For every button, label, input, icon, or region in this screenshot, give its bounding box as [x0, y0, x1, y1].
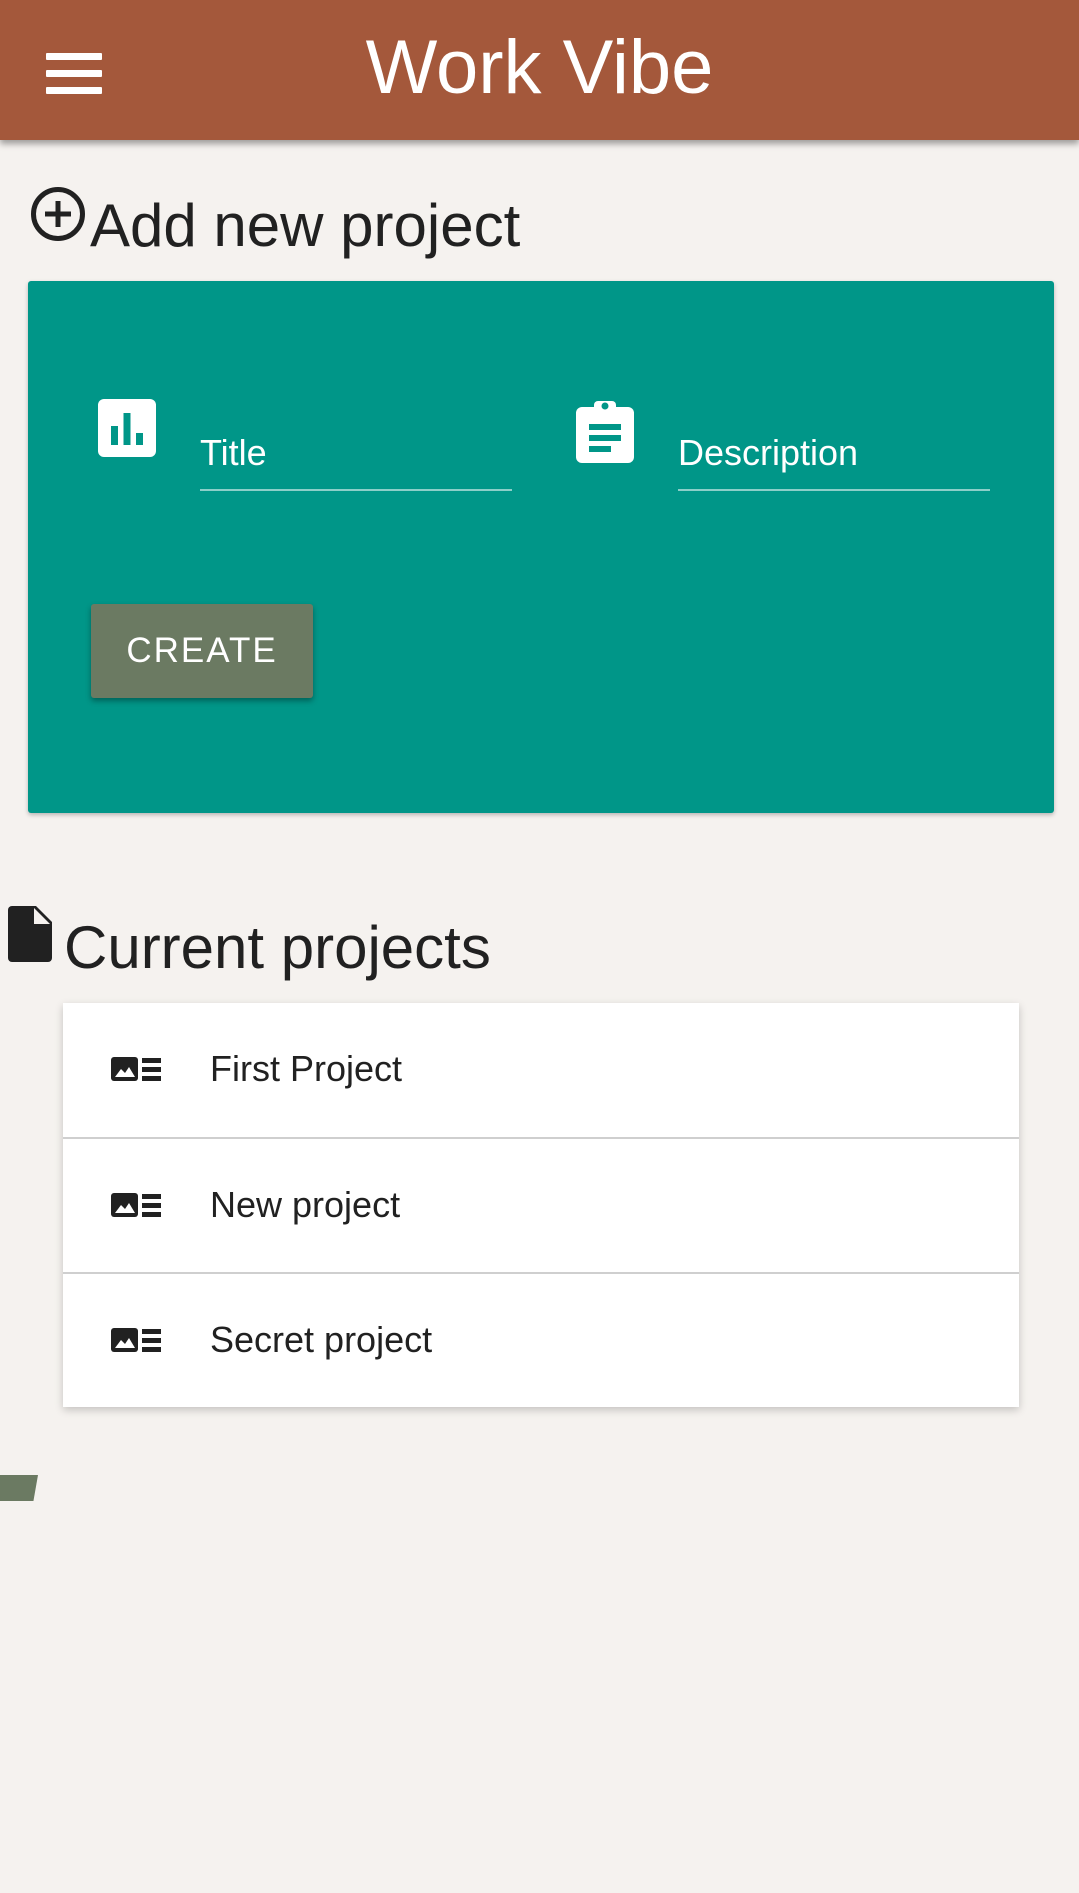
add-project-heading-text: Add new project	[90, 192, 521, 259]
app-bar: Work Vibe	[0, 0, 1079, 140]
create-button[interactable]: CREATE	[91, 604, 313, 698]
bar-chart-icon	[98, 399, 156, 457]
project-item[interactable]: Secret project	[63, 1272, 1019, 1407]
floating-action-button-fragment[interactable]	[0, 1475, 38, 1501]
project-item-label: Secret project	[210, 1319, 433, 1360]
project-item-label: First Project	[210, 1048, 403, 1089]
title-field	[98, 399, 542, 499]
add-project-heading: Add new project	[30, 186, 520, 262]
document-icon	[8, 906, 52, 962]
project-item[interactable]: First Project	[63, 1003, 1019, 1137]
project-item[interactable]: New project	[63, 1137, 1019, 1272]
create-project-card: CREATE	[28, 281, 1054, 813]
current-projects-heading-text: Current projects	[64, 914, 491, 981]
add-circle-icon	[31, 187, 85, 241]
title-input[interactable]	[200, 399, 512, 491]
image-list-icon	[111, 1057, 161, 1081]
description-input[interactable]	[678, 399, 990, 491]
project-list: First Project New project Secret project	[63, 1003, 1019, 1407]
current-projects-heading: Current projects	[8, 906, 491, 984]
clipboard-icon	[576, 401, 634, 463]
project-item-label: New project	[210, 1184, 401, 1225]
image-list-icon	[111, 1328, 161, 1352]
app-title: Work Vibe	[365, 25, 714, 110]
image-list-icon	[111, 1193, 161, 1217]
description-field	[576, 399, 1020, 499]
